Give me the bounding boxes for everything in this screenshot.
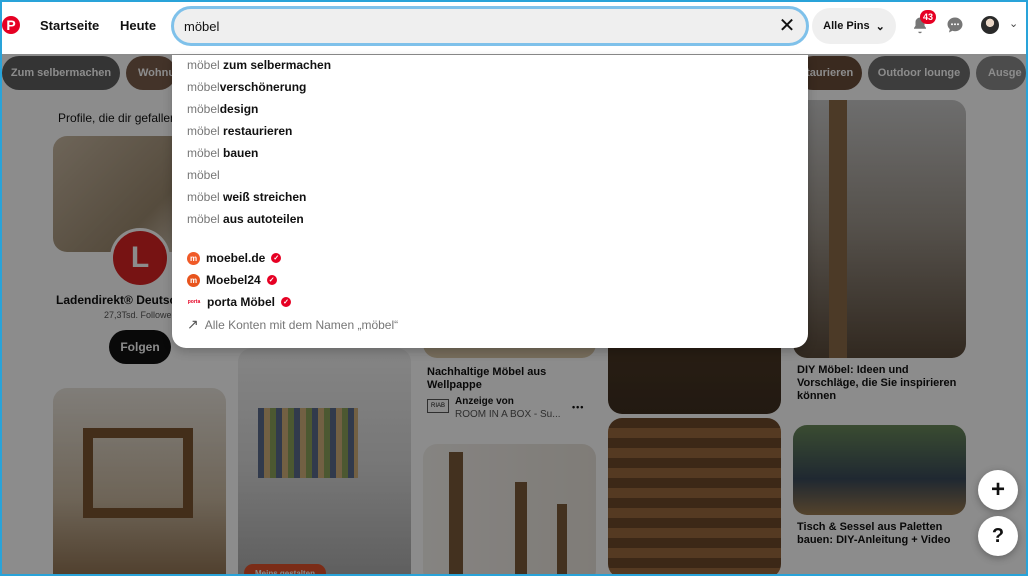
suggestion-item[interactable]: möbel zum selbermachen	[187, 58, 331, 72]
suggestion-item[interactable]: möbel restaurieren	[187, 124, 292, 138]
suggestion-prefix: möbel	[187, 168, 220, 182]
suggestion-prefix: möbel	[187, 212, 220, 226]
top-header: P Startseite Heute ✕ Alle Pins ⌄ 43 ⌄	[0, 0, 1028, 54]
account-name: moebel.de	[206, 251, 266, 265]
nav-home-link[interactable]: Startseite	[40, 18, 99, 33]
chevron-down-icon: ⌄	[875, 20, 885, 33]
verified-badge-icon: ✓	[271, 253, 282, 263]
suggestion-item[interactable]: möbel bauen	[187, 146, 258, 160]
suggestion-item[interactable]: möbeldesign	[187, 102, 258, 116]
search-bar[interactable]: ✕	[171, 6, 809, 46]
create-plus-button[interactable]: +	[978, 470, 1018, 510]
account-result-porta[interactable]: porta porta Möbel ✓	[187, 294, 291, 310]
arrow-up-right-icon: ↗	[187, 316, 199, 332]
account-chevron-icon[interactable]: ⌄	[1009, 17, 1018, 30]
suggestion-rest: restaurieren	[219, 124, 293, 138]
pinterest-logo-icon[interactable]: P	[2, 16, 20, 34]
account-result-moebel24[interactable]: m Moebel24 ✓	[187, 272, 277, 288]
avatar[interactable]	[981, 16, 999, 34]
suggestion-prefix: möbel	[187, 80, 220, 94]
filter-label: Alle Pins	[823, 20, 870, 32]
suggestion-prefix: möbel	[187, 102, 220, 116]
all-accounts-label: Alle Konten mit dem Namen „möbel“	[204, 317, 399, 332]
suggestion-item[interactable]: möbel	[187, 168, 220, 182]
suggestion-item[interactable]: möbel weiß streichen	[187, 190, 306, 204]
account-result-moebel-de[interactable]: m moebel.de ✓	[187, 250, 282, 266]
search-input[interactable]	[184, 15, 764, 37]
suggestion-prefix: möbel	[187, 190, 220, 204]
suggestion-item[interactable]: möbelverschönerung	[187, 80, 306, 94]
suggestion-rest: bauen	[219, 146, 259, 160]
notification-badge: 43	[920, 10, 936, 24]
all-accounts-link[interactable]: ↗ Alle Konten mit dem Namen „möbel“	[187, 316, 398, 333]
moebel-de-logo-icon: m	[187, 251, 200, 265]
suggestion-prefix: möbel	[187, 124, 220, 138]
verified-badge-icon: ✓	[266, 275, 277, 285]
chat-icon[interactable]	[946, 16, 964, 34]
suggestion-item[interactable]: möbel aus autoteilen	[187, 212, 304, 226]
suggestion-rest: verschönerung	[219, 80, 307, 94]
help-button[interactable]: ?	[978, 516, 1018, 556]
verified-badge-icon: ✓	[281, 297, 291, 307]
search-suggestions-dropdown: möbel zum selbermachen möbelverschönerun…	[172, 55, 808, 348]
suggestion-prefix: möbel	[187, 58, 220, 72]
account-name: porta Möbel	[207, 295, 275, 309]
filter-dropdown[interactable]: Alle Pins ⌄	[812, 8, 896, 44]
nav-today-link[interactable]: Heute	[120, 18, 156, 33]
suggestion-rest: zum selbermachen	[219, 58, 332, 72]
suggestion-rest: aus autoteilen	[219, 212, 304, 226]
suggestion-rest: design	[219, 102, 259, 116]
porta-logo-icon: porta	[187, 295, 201, 309]
moebel24-logo-icon: m	[187, 273, 200, 287]
suggestion-rest: weiß streichen	[219, 190, 307, 204]
suggestion-prefix: möbel	[187, 146, 220, 160]
clear-search-icon[interactable]: ✕	[776, 15, 798, 37]
account-name: Moebel24	[206, 273, 261, 287]
